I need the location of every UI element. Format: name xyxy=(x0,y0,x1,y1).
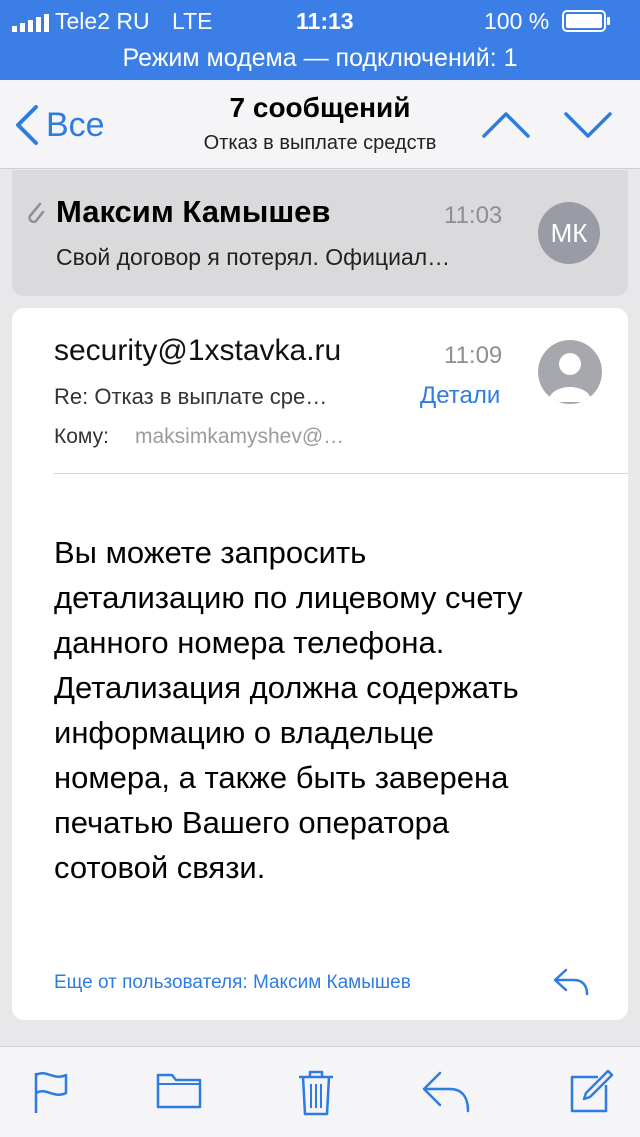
compose-icon[interactable] xyxy=(568,1069,614,1115)
folder-icon[interactable] xyxy=(156,1069,202,1109)
paperclip-icon xyxy=(28,202,45,224)
clock: 11:13 xyxy=(296,8,354,34)
message-preview: Свой договор я потерял. Официал… xyxy=(56,244,451,270)
next-message-button[interactable] xyxy=(562,106,614,142)
bottom-toolbar xyxy=(0,1046,640,1137)
thread-subtitle: Отказ в выплате средств xyxy=(203,132,437,154)
previous-message-button[interactable] xyxy=(480,106,532,142)
chevron-left-icon xyxy=(16,105,38,145)
reply-icon[interactable] xyxy=(420,1069,472,1113)
thread-title: 7 сообщений xyxy=(229,92,411,123)
message-time: 11:03 xyxy=(444,202,503,229)
message-subject: Re: Отказ в выплате сре… xyxy=(54,384,328,409)
avatar-placeholder-icon xyxy=(538,340,602,404)
back-label: Все xyxy=(46,105,105,144)
avatar: МК xyxy=(538,202,600,264)
expanded-message-card: security@1xstavka.ru 11:09 Re: Отказ в в… xyxy=(12,308,628,1020)
recipient-address[interactable]: maksimkamyshev@… xyxy=(135,425,344,449)
navigation-bar: Все 7 сообщений Отказ в выплате средств xyxy=(0,80,640,169)
battery-percent: 100 % xyxy=(484,8,550,34)
recipient-label: Кому: xyxy=(54,425,109,448)
message-sender: Максим Камышев xyxy=(56,194,331,229)
more-from-sender-link[interactable]: Еще от пользователя: Максим Камышев xyxy=(54,972,411,994)
message-body: Вы можете запросить детализацию по лицев… xyxy=(54,535,523,885)
message-sender[interactable]: security@1xstavka.ru xyxy=(54,334,341,368)
header-divider xyxy=(54,473,628,474)
collapsed-message-card[interactable]: Максим Камышев 11:03 Свой договор я поте… xyxy=(12,170,628,296)
carrier-label: Tele2 RU xyxy=(55,8,150,34)
network-label: LTE xyxy=(172,8,213,34)
battery-icon xyxy=(562,10,610,32)
reply-icon[interactable] xyxy=(552,966,592,996)
flag-icon[interactable] xyxy=(30,1069,70,1115)
status-bar: Tele2 RU LTE 11:13 100 % Режим модема — … xyxy=(0,0,640,80)
back-button[interactable]: Все xyxy=(14,100,105,150)
signal-strength-icon xyxy=(12,14,49,32)
trash-icon[interactable] xyxy=(296,1069,336,1117)
details-link[interactable]: Детали xyxy=(420,382,500,410)
tethering-banner[interactable]: Режим модема — подключений: 1 xyxy=(0,44,640,73)
message-time: 11:09 xyxy=(444,342,503,369)
